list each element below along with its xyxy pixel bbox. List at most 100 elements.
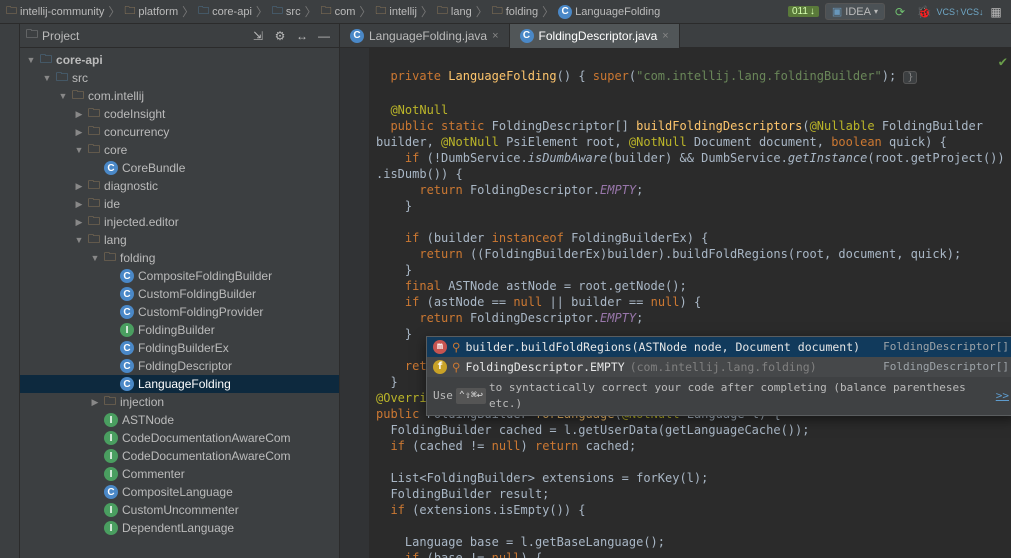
tree-file[interactable]: CustomFoldingProvider xyxy=(138,305,263,319)
tree-file[interactable]: FoldingBuilder xyxy=(138,323,215,337)
tree-file[interactable]: FoldingDescriptor xyxy=(138,359,232,373)
tree-file[interactable]: DependentLanguage xyxy=(122,521,234,535)
bc-1[interactable]: 🗀platform xyxy=(124,2,178,21)
tree-src[interactable]: src xyxy=(72,71,88,85)
tree-group[interactable]: ide xyxy=(104,197,120,211)
tree-file-selected[interactable]: LanguageFolding xyxy=(138,377,231,391)
interface-icon: I xyxy=(104,449,118,463)
completion-item[interactable]: m⚲builder.buildFoldRegions(ASTNode node,… xyxy=(427,337,1011,357)
class-icon: C xyxy=(104,485,118,499)
class-icon: C xyxy=(120,341,134,355)
sync-icon[interactable]: ⟳ xyxy=(891,3,909,21)
bc-5[interactable]: 🗀intellij xyxy=(375,2,417,21)
run-config-selector[interactable]: ▣IDEA▾ xyxy=(825,3,885,20)
tree-file[interactable]: ASTNode xyxy=(122,413,174,427)
folder-icon: 🗀 xyxy=(375,2,386,21)
module-icon: 🗀 xyxy=(40,50,52,71)
gear-icon[interactable]: ⚙ xyxy=(271,27,289,45)
tree-file[interactable]: CompositeLanguage xyxy=(122,485,233,499)
src-icon: 🗀 xyxy=(272,2,283,21)
project-tool-window: 🗀 Project ⇲ ⚙ ↔ — ▼🗀core-api ▼🗀src ▼🗀com… xyxy=(20,24,340,558)
interface-icon: I xyxy=(104,503,118,517)
interface-icon: I xyxy=(120,323,134,337)
tree-group[interactable]: diagnostic xyxy=(104,179,158,193)
bc-7[interactable]: 🗀folding xyxy=(492,2,538,21)
collapse-icon[interactable]: ⇲ xyxy=(249,27,267,45)
tree-group[interactable]: codeInsight xyxy=(104,107,165,121)
breadcrumb-bar: 🗀intellij-community〉 🗀platform〉 🗀core-ap… xyxy=(0,0,1011,24)
tab-language-folding[interactable]: CLanguageFolding.java× xyxy=(340,24,510,48)
folder-icon: 🗀 xyxy=(321,2,332,21)
editor-tabs: CLanguageFolding.java× CFoldingDescripto… xyxy=(340,24,1011,48)
package-icon: 🗀 xyxy=(88,140,100,161)
vcs-down-icon[interactable]: VCS↓ xyxy=(963,3,981,21)
code-editor[interactable]: ✔ private LanguageFolding() { super("com… xyxy=(370,48,1011,558)
tree-group[interactable]: core xyxy=(104,143,127,157)
tree-root[interactable]: core-api xyxy=(56,53,103,67)
field-icon: f xyxy=(433,360,447,374)
tree-folding[interactable]: folding xyxy=(120,251,155,265)
module-icon: 🗀 xyxy=(198,2,209,21)
method-icon: m xyxy=(433,340,447,354)
folder-icon: 🗀 xyxy=(6,2,17,21)
tree-group[interactable]: lang xyxy=(104,233,127,247)
tree-file[interactable]: CompositeFoldingBuilder xyxy=(138,269,272,283)
package-icon: 🗀 xyxy=(104,248,116,269)
interface-icon: I xyxy=(104,431,118,445)
class-icon: C xyxy=(520,29,534,43)
editor-area: CLanguageFolding.java× CFoldingDescripto… xyxy=(340,24,1011,558)
class-icon: C xyxy=(120,269,134,283)
tree-file[interactable]: FoldingBuilderEx xyxy=(138,341,229,355)
tool-window-stripe[interactable] xyxy=(0,24,20,558)
bc-4[interactable]: 🗀com xyxy=(321,2,356,21)
completion-popup[interactable]: m⚲builder.buildFoldRegions(ASTNode node,… xyxy=(426,336,1011,416)
expand-icon[interactable]: ↔ xyxy=(293,27,311,45)
project-icon: 🗀 xyxy=(26,25,38,46)
editor-gutter[interactable] xyxy=(340,48,370,558)
bc-8[interactable]: CLanguageFolding xyxy=(558,5,660,19)
tree-file[interactable]: CoreBundle xyxy=(122,161,185,175)
package-icon: 🗀 xyxy=(88,230,100,251)
tree-file[interactable]: Commenter xyxy=(122,467,185,481)
close-icon[interactable]: × xyxy=(662,30,668,42)
tree-pkg[interactable]: com.intellij xyxy=(88,89,144,103)
bc-3[interactable]: 🗀src xyxy=(272,2,301,21)
folder-icon: 🗀 xyxy=(124,2,135,21)
bc-6[interactable]: 🗀lang xyxy=(437,2,472,21)
interface-icon: I xyxy=(104,467,118,481)
tree-group[interactable]: concurrency xyxy=(104,125,169,139)
interface-icon: I xyxy=(104,413,118,427)
hint-more-link[interactable]: >> xyxy=(996,388,1009,404)
run-hits[interactable]: 011↓ xyxy=(788,6,819,17)
inspection-ok-icon: ✔ xyxy=(999,54,1007,70)
hide-icon[interactable]: — xyxy=(315,27,333,45)
tree-group[interactable]: injection xyxy=(120,395,164,409)
tree-file[interactable]: CustomUncommenter xyxy=(122,503,239,517)
folder-icon: 🗀 xyxy=(492,2,503,21)
tab-folding-descriptor[interactable]: CFoldingDescriptor.java× xyxy=(510,24,680,48)
folder-icon: 🗀 xyxy=(437,2,448,21)
interface-icon: I xyxy=(104,521,118,535)
src-icon: 🗀 xyxy=(56,68,68,89)
class-icon: C xyxy=(104,161,118,175)
tree-file[interactable]: CodeDocumentationAwareCom xyxy=(122,449,291,463)
class-icon: C xyxy=(120,359,134,373)
completion-item[interactable]: f⚲FoldingDescriptor.EMPTY (com.intellij.… xyxy=(427,357,1011,377)
tree-file[interactable]: CustomFoldingBuilder xyxy=(138,287,256,301)
project-header-title: Project xyxy=(42,29,245,43)
project-tree[interactable]: ▼🗀core-api ▼🗀src ▼🗀com.intellij ▶🗀codeIn… xyxy=(20,48,339,558)
bug-icon[interactable]: 🐞 xyxy=(915,3,933,21)
structure-icon[interactable]: ▦ xyxy=(987,3,1005,21)
vcs-up-icon[interactable]: VCS↑ xyxy=(939,3,957,21)
class-icon: C xyxy=(350,29,364,43)
bc-2[interactable]: 🗀core-api xyxy=(198,2,252,21)
package-icon: 🗀 xyxy=(72,86,84,107)
class-icon: C xyxy=(120,305,134,319)
package-icon: 🗀 xyxy=(104,392,116,413)
tree-file[interactable]: CodeDocumentationAwareCom xyxy=(122,431,291,445)
tree-group[interactable]: injected.editor xyxy=(104,215,179,229)
close-icon[interactable]: × xyxy=(492,30,498,42)
class-icon: C xyxy=(120,287,134,301)
completion-hint: Use ⌃⇧⌘↩ to syntactically correct your c… xyxy=(427,377,1011,415)
bc-0[interactable]: 🗀intellij-community xyxy=(6,2,104,21)
